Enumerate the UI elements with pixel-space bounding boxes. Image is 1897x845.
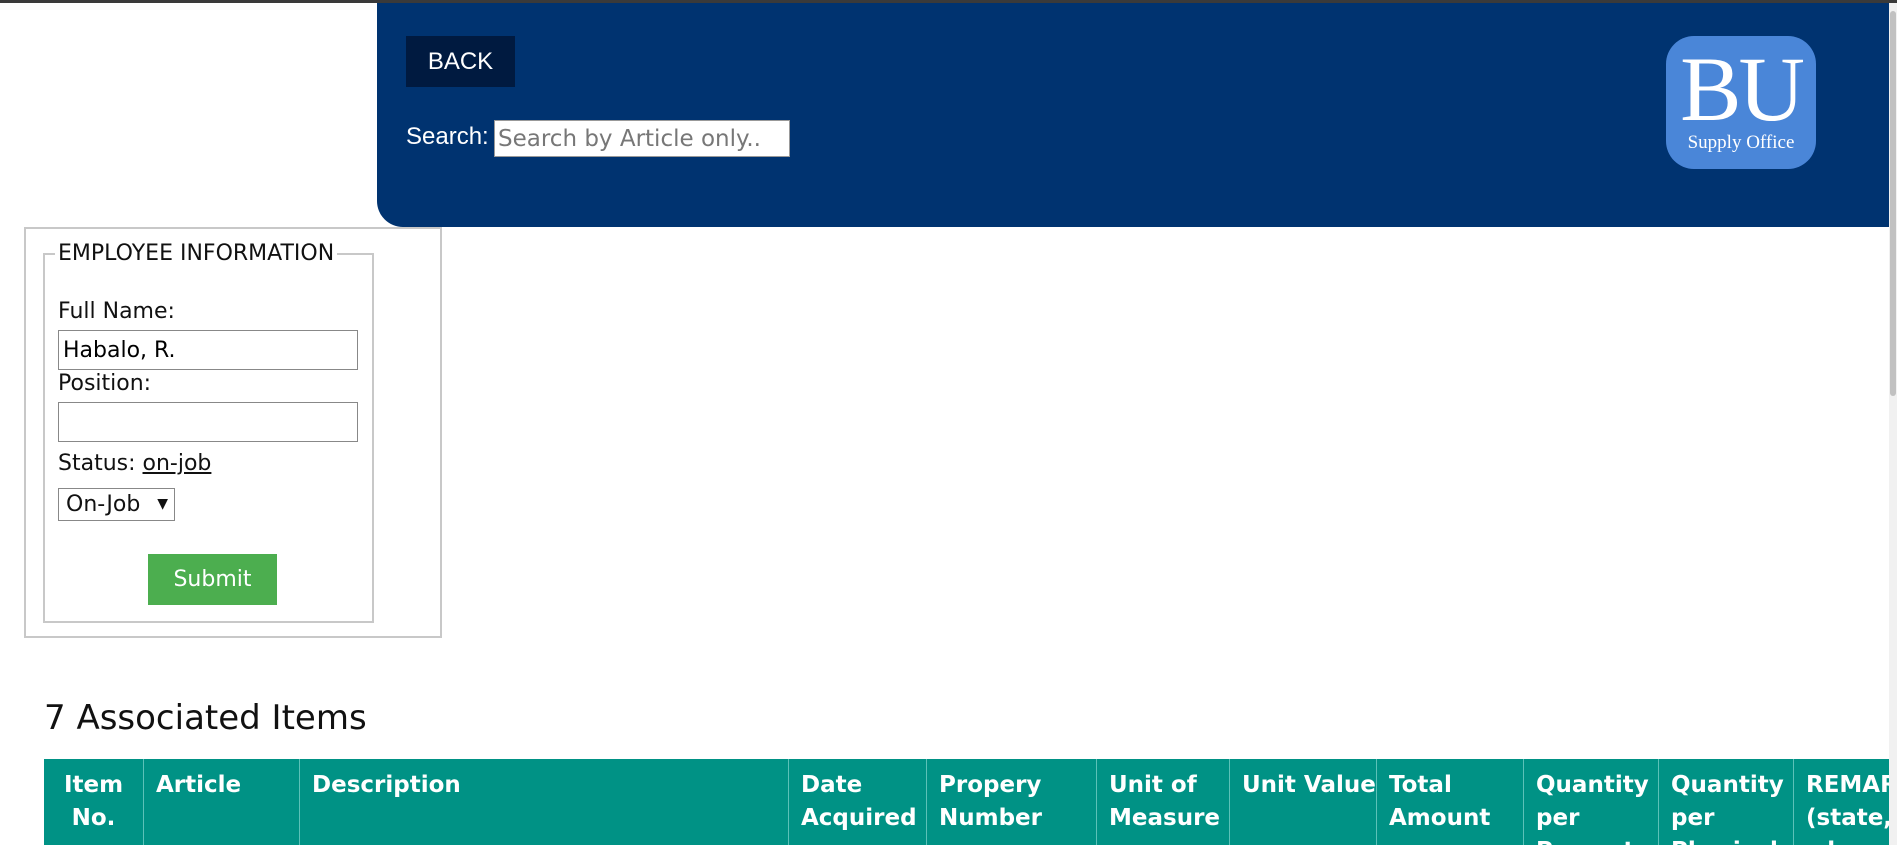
logo-text: BU (1680, 38, 1805, 140)
column-header-unit-value: Unit Value (1229, 759, 1376, 845)
column-header-date-acquired: Date Acquired (788, 759, 926, 845)
dropdown-caret-icon: ▼ (157, 496, 168, 512)
column-header-remarks: REMARKS (state, whereabouts) (1793, 759, 1889, 845)
column-header-item-no: Item No. (63, 772, 124, 831)
status-row: Status: on-job (58, 450, 211, 478)
status-select-value: On-Job (66, 492, 141, 517)
employee-info-legend: EMPLOYEE INFORMATION (55, 240, 338, 268)
full-name-field[interactable] (58, 330, 358, 370)
column-header-total-amount: Total Amount (1376, 759, 1523, 845)
column-header-quantity-property-card: Quantity per Property Card (1523, 759, 1658, 845)
search-input[interactable] (494, 120, 790, 157)
column-header-unit-of-measure: Unit of Measure (1096, 759, 1229, 845)
status-select[interactable]: On-Job ▼ (58, 488, 175, 521)
full-name-label: Full Name: (58, 299, 175, 324)
logo-subtitle: Supply Office (1687, 132, 1795, 153)
column-header-article: Article (143, 759, 299, 845)
scrollbar-thumb[interactable] (1890, 11, 1896, 396)
page-scrollbar[interactable] (1889, 3, 1897, 845)
associated-items-heading: 7 Associated Items (44, 698, 367, 738)
column-header-property-number: Propery Number (926, 759, 1096, 845)
column-header-quantity-physical-count: Quantity per Physical Count (1658, 759, 1793, 845)
position-field[interactable] (58, 402, 358, 442)
items-table-header: Item No. Article Description Date Acquir… (44, 759, 1889, 845)
column-header-description: Description (299, 759, 788, 845)
bu-supply-office-logo: BU Supply Office (1666, 36, 1816, 169)
status-value-link[interactable]: on-job (143, 451, 212, 476)
search-label: Search: (406, 123, 489, 150)
submit-button[interactable]: Submit (148, 554, 277, 605)
header-banner: BACK Search: BU Supply Office (377, 3, 1897, 227)
back-button[interactable]: BACK (406, 36, 515, 87)
status-label: Status: (58, 451, 136, 476)
position-label: Position: (58, 371, 152, 396)
